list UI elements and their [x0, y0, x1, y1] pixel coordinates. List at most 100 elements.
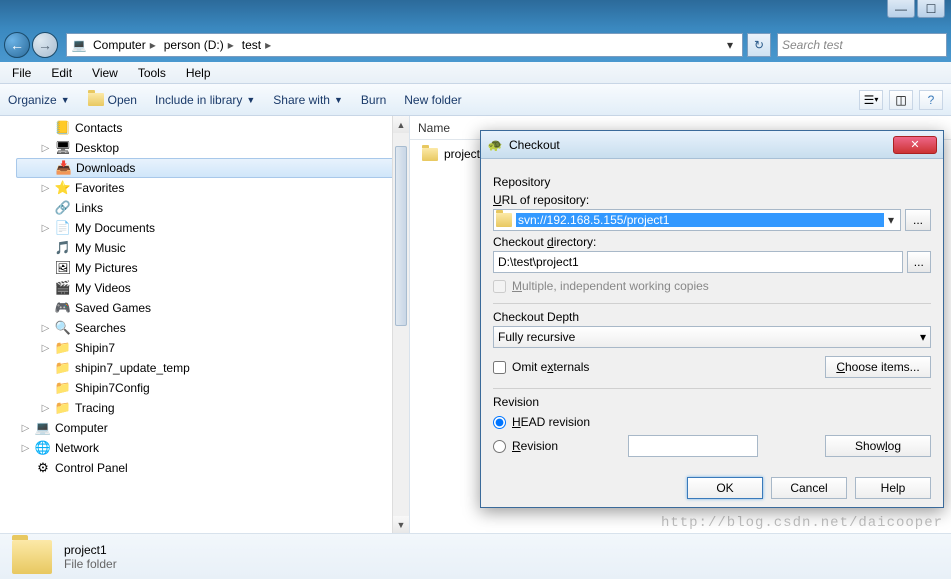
organize-button[interactable]: Organize ▼ [8, 93, 70, 107]
item-icon: 🎬 [55, 280, 71, 296]
navigation-tree[interactable]: 📒Contacts▷🖥Desktop📥Downloads▷⭐Favorites🔗… [0, 116, 410, 533]
address-bar[interactable]: 💻 Computer▸ person (D:)▸ test▸ ▾ [66, 33, 743, 57]
tree-item-my-documents[interactable]: ▷📄My Documents [16, 218, 409, 238]
item-label: Searches [75, 321, 126, 335]
scrollbar[interactable]: ▲ ▼ [392, 116, 409, 533]
item-label: My Pictures [75, 261, 138, 275]
item-icon: 🎵 [55, 240, 71, 256]
item-icon: 🖥 [55, 140, 71, 156]
item-label: Links [75, 201, 103, 215]
expand-icon[interactable]: ▷ [20, 443, 31, 454]
tree-item-my-videos[interactable]: 🎬My Videos [16, 278, 409, 298]
head-revision-label: HEAD revision [512, 415, 590, 429]
menu-edit[interactable]: Edit [45, 64, 78, 82]
breadcrumb-segment[interactable]: Computer▸ [91, 38, 162, 52]
expand-icon[interactable]: ▷ [40, 323, 51, 334]
help-button[interactable]: ? [919, 90, 943, 110]
view-options-button[interactable]: ☰▾ [859, 90, 883, 110]
expand-icon[interactable]: ▷ [40, 143, 51, 154]
folder-icon [422, 148, 438, 161]
item-label: Contacts [75, 121, 122, 135]
expand-icon[interactable]: ▷ [40, 183, 51, 194]
expand-icon[interactable]: ▷ [40, 343, 51, 354]
expand-icon[interactable]: ▷ [40, 223, 51, 234]
search-placeholder: Search test [782, 38, 843, 52]
scroll-up-arrow[interactable]: ▲ [393, 116, 409, 133]
tree-item-contacts[interactable]: 📒Contacts [16, 118, 409, 138]
revision-section-label: Revision [493, 395, 931, 409]
tree-item-tracing[interactable]: ▷ 📁 Tracing [16, 398, 409, 418]
command-bar: Organize ▼ Open Include in library ▼ Sha… [0, 84, 951, 116]
help-button[interactable]: Help [855, 477, 931, 499]
directory-input[interactable]: D:\test\project1 [493, 251, 903, 273]
preview-pane-button[interactable]: ◫ [889, 90, 913, 110]
depth-select[interactable]: Fully recursive▾ [493, 326, 931, 348]
menu-file[interactable]: File [6, 64, 37, 82]
item-label: Saved Games [75, 301, 151, 315]
scroll-down-arrow[interactable]: ▼ [393, 516, 409, 533]
open-button[interactable]: Open [88, 93, 137, 107]
computer-icon: 💻 [71, 37, 87, 53]
details-type: File folder [64, 557, 117, 571]
burn-button[interactable]: Burn [361, 93, 386, 107]
tree-item-links[interactable]: 🔗Links [16, 198, 409, 218]
tree-item-network[interactable]: ▷🌐Network [16, 438, 409, 458]
tree-item-desktop[interactable]: ▷🖥Desktop [16, 138, 409, 158]
tree-item-shipin7-update-temp[interactable]: 📁shipin7_update_temp [16, 358, 409, 378]
refresh-button[interactable]: ↻ [747, 33, 771, 57]
scroll-thumb[interactable] [395, 146, 407, 326]
item-icon: 📄 [55, 220, 71, 236]
tree-item-computer[interactable]: ▷💻Computer [16, 418, 409, 438]
choose-items-button[interactable]: Choose items... [825, 356, 931, 378]
details-pane: project1 File folder [0, 533, 951, 579]
tree-item-my-pictures[interactable]: 🖼My Pictures [16, 258, 409, 278]
folder-open-icon [88, 93, 104, 106]
revision-input[interactable] [628, 435, 758, 457]
ok-button[interactable]: OK [687, 477, 763, 499]
tree-item-favorites[interactable]: ▷⭐Favorites [16, 178, 409, 198]
show-log-button[interactable]: Show log [825, 435, 931, 457]
menu-view[interactable]: View [86, 64, 124, 82]
tree-item-downloads[interactable]: 📥Downloads [16, 158, 409, 178]
tree-item-control-panel[interactable]: ⚙Control Panel [16, 458, 409, 478]
search-input[interactable]: Search test [777, 33, 947, 57]
forward-button[interactable]: → [32, 32, 58, 58]
menu-help[interactable]: Help [180, 64, 217, 82]
revision-radio[interactable] [493, 440, 506, 453]
browse-url-button[interactable]: ... [905, 209, 931, 231]
titlebar[interactable]: — ☐ [0, 0, 951, 28]
minimize-button[interactable]: — [887, 0, 915, 18]
cancel-button[interactable]: Cancel [771, 477, 847, 499]
omit-externals-checkbox[interactable] [493, 361, 506, 374]
head-revision-radio[interactable] [493, 416, 506, 429]
maximize-button[interactable]: ☐ [917, 0, 945, 18]
tortoise-icon: 🐢 [487, 137, 503, 153]
tree-item-my-music[interactable]: 🎵My Music [16, 238, 409, 258]
item-icon: 📁 [55, 360, 71, 376]
item-icon: 📁 [55, 400, 71, 416]
item-icon: 📥 [56, 160, 72, 176]
expand-icon[interactable]: ▷ [40, 403, 51, 414]
breadcrumb-segment[interactable]: test▸ [240, 38, 277, 52]
dir-field-label: Checkout directory: [493, 235, 931, 249]
browse-dir-button[interactable]: ... [907, 251, 931, 273]
close-button[interactable]: ✕ [893, 136, 937, 154]
tree-item-shipin7[interactable]: ▷📁Shipin7 [16, 338, 409, 358]
menu-tools[interactable]: Tools [132, 64, 172, 82]
item-icon: 📁 [55, 340, 71, 356]
breadcrumb-segment[interactable]: person (D:)▸ [162, 38, 240, 52]
new-folder-button[interactable]: New folder [404, 93, 461, 107]
url-input[interactable]: svn://192.168.5.155/project1 ▾ [493, 209, 901, 231]
tree-item-saved-games[interactable]: 🎮Saved Games [16, 298, 409, 318]
tree-item-shipin7config[interactable]: 📁Shipin7Config [16, 378, 409, 398]
item-label: Tracing [75, 401, 115, 415]
url-dropdown-arrow[interactable]: ▾ [884, 213, 898, 227]
tree-item-searches[interactable]: ▷🔍Searches [16, 318, 409, 338]
nav-row: ← → 💻 Computer▸ person (D:)▸ test▸ ▾ ↻ S… [0, 28, 951, 62]
include-library-button[interactable]: Include in library ▼ [155, 93, 255, 107]
share-with-button[interactable]: Share with ▼ [273, 93, 343, 107]
dialog-titlebar[interactable]: 🐢 Checkout ✕ [481, 131, 943, 159]
address-dropdown[interactable]: ▾ [722, 35, 738, 55]
back-button[interactable]: ← [4, 32, 30, 58]
expand-icon[interactable]: ▷ [20, 423, 31, 434]
